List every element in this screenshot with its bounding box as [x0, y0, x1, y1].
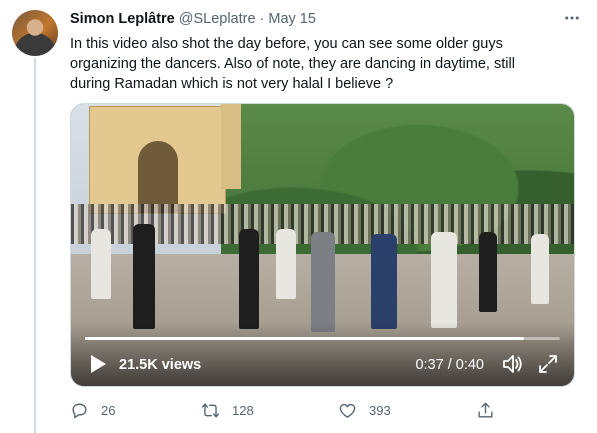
play-icon: [91, 355, 106, 373]
reply-button[interactable]: 26: [70, 398, 115, 422]
fullscreen-icon: [539, 355, 557, 373]
video-frame-dancer: [531, 234, 549, 304]
play-button[interactable]: [87, 352, 109, 376]
like-count: 393: [369, 402, 391, 418]
user-handle[interactable]: @SLeplatre: [179, 11, 256, 27]
avatar[interactable]: [12, 10, 58, 56]
display-name[interactable]: Simon Leplâtre: [70, 11, 175, 27]
share-icon: [478, 402, 493, 418]
video-frame-dancer: [239, 229, 259, 329]
like-button[interactable]: 393: [338, 398, 391, 422]
video-frame-dancer: [479, 232, 497, 312]
tweet-date[interactable]: May 15: [268, 11, 316, 27]
retweet-icon: [201, 402, 220, 418]
reply-icon: [72, 402, 87, 418]
volume-button[interactable]: [500, 352, 524, 376]
video-frame-minaret: [221, 104, 241, 189]
video-frame-dancer: [311, 232, 335, 332]
reply-count: 26: [101, 402, 116, 418]
video-player[interactable]: 21.5K views 0:37 / 0:40: [70, 103, 575, 387]
video-frame-dancer: [276, 229, 296, 299]
video-progress-bar[interactable]: [85, 337, 560, 340]
video-view-count: 21.5K views: [119, 357, 202, 373]
separator-dot: ·: [259, 11, 265, 27]
more-button[interactable]: [561, 8, 583, 28]
tweet-header: Simon Leplâtre @SLeplatre · May 15: [70, 8, 316, 30]
video-time: 0:37 / 0:40: [415, 357, 484, 373]
thread-line: [34, 58, 36, 433]
video-progress-fill: [85, 337, 525, 340]
video-frame-mosque: [89, 106, 226, 214]
video-frame-dancer: [371, 234, 397, 329]
fullscreen-button[interactable]: [536, 352, 560, 376]
video-frame-dancer: [133, 224, 155, 329]
share-button[interactable]: [476, 398, 507, 422]
video-frame-dancer: [431, 232, 457, 328]
like-icon: [339, 403, 356, 418]
volume-icon: [503, 355, 522, 373]
tweet-actions: 26 128 393: [70, 398, 510, 422]
video-controls-overlay: [71, 322, 574, 386]
video-frame-dancer: [91, 229, 111, 299]
retweet-button[interactable]: 128: [201, 398, 254, 422]
retweet-count: 128: [232, 402, 254, 418]
more-icon: [565, 16, 579, 20]
tweet-text: In this video also shot the day before, …: [70, 36, 515, 92]
video-frame-mosque-arch: [138, 141, 178, 213]
